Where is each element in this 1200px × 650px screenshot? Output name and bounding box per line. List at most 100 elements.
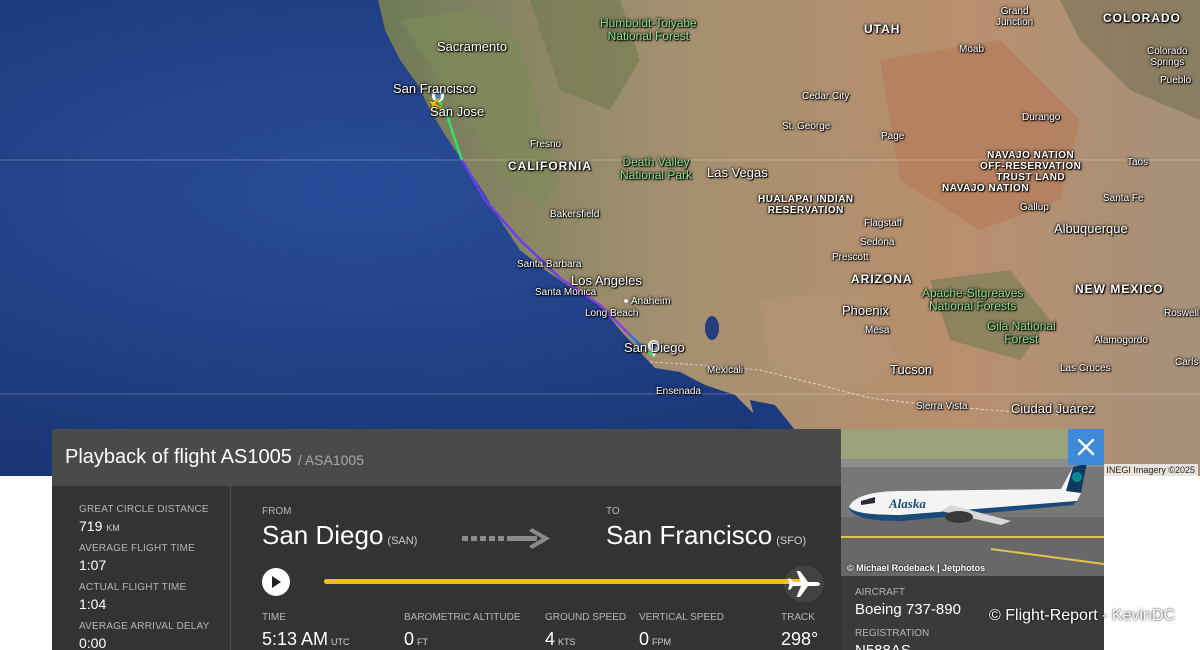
map-label-new-mexico: NEW MEXICO bbox=[1075, 282, 1164, 296]
vertical-speed-value: 0 bbox=[639, 629, 650, 649]
playback-scrubber[interactable] bbox=[784, 566, 824, 602]
aircraft-photo[interactable]: Alaska © Michael Rodeback | Jetphotos bbox=[841, 429, 1104, 576]
ground-speed-value: 4 bbox=[545, 629, 556, 649]
stat-label: ACTUAL FLIGHT TIME bbox=[79, 582, 187, 593]
map-label-santa-monica: Santa Monica bbox=[535, 287, 597, 298]
map-label-anaheim: Anaheim bbox=[624, 297, 670, 307]
to-label: TO bbox=[606, 506, 620, 517]
map-label-flagstaff: Flagstaff bbox=[864, 218, 903, 229]
map-label-navajo-otr: NAVAJO NATION OFF-RESERVATION TRUST LAND bbox=[980, 150, 1082, 183]
destination-city: San Francisco bbox=[606, 520, 773, 550]
watermark: © Flight-Report - KevinDC bbox=[989, 607, 1176, 624]
live-altitude: BAROMETRIC ALTITUDE 0 FT bbox=[404, 612, 521, 650]
close-button[interactable] bbox=[1068, 429, 1104, 465]
map-label-death-valley: Death Valley National Park bbox=[620, 155, 693, 182]
altitude-value: 0 bbox=[404, 629, 415, 649]
map-label-california: CALIFORNIA bbox=[508, 159, 592, 173]
live-track: TRACK 298° bbox=[781, 612, 818, 650]
stat-great-circle-distance: GREAT CIRCLE DISTANCE 719 KM bbox=[79, 504, 230, 534]
map-label-page: Page bbox=[881, 131, 905, 142]
map-label-los-angeles: Los Angeles bbox=[571, 273, 642, 288]
map-label-ciudad-juarez: Ciudad Juárez bbox=[1011, 401, 1095, 416]
map-label-sierra-vista: Sierra Vista bbox=[916, 401, 968, 412]
map-label-san-diego: San Diego bbox=[624, 340, 685, 355]
map-label-taos: Taos bbox=[1127, 157, 1149, 168]
flight-callsign: / ASA1005 bbox=[297, 451, 364, 468]
altitude-unit: FT bbox=[417, 637, 429, 647]
map-label-fresno: Fresno bbox=[530, 139, 562, 150]
map-label-durango: Durango bbox=[1022, 112, 1061, 123]
plane-icon bbox=[788, 571, 820, 597]
flight-title: Playback of flight AS1005 bbox=[65, 446, 292, 468]
map-label-apache: Apache-Sitgreaves National Forests bbox=[922, 286, 1024, 313]
map-label-las-cruces: Las Cruces bbox=[1060, 363, 1111, 374]
map-label-hualapai: HUALAPAI INDIAN RESERVATION bbox=[758, 194, 854, 216]
map-label-navajo: NAVAJO NATION bbox=[942, 183, 1030, 194]
map-label-prescott: Prescott bbox=[832, 252, 869, 263]
live-ground-speed: GROUND SPEED 4 KTS bbox=[545, 612, 626, 650]
map-view[interactable]: Grand Junction COLORADO Colorado Springs… bbox=[0, 0, 1200, 476]
play-button[interactable] bbox=[262, 568, 290, 596]
stat-average-flight-time: AVERAGE FLIGHT TIME 1:07 bbox=[79, 543, 230, 573]
map-label-gallup: Gallup bbox=[1020, 202, 1049, 213]
destination-code: (SFO) bbox=[776, 535, 807, 547]
route-arrow-icon bbox=[462, 528, 550, 549]
panel-header: Playback of flight AS1005 / ASA1005 bbox=[52, 429, 841, 486]
map-label-colorado: COLORADO bbox=[1103, 11, 1181, 25]
stat-value: 719 bbox=[79, 518, 103, 534]
ground-speed-unit: KTS bbox=[558, 637, 576, 647]
close-icon bbox=[1077, 438, 1095, 456]
map-label-st-george: St. George bbox=[782, 121, 831, 132]
stat-unit: KM bbox=[106, 523, 120, 533]
destination-airport[interactable]: San Francisco (SFO) bbox=[606, 520, 806, 551]
live-time: TIME 5:13 AM UTC bbox=[262, 612, 350, 650]
time-unit: UTC bbox=[331, 637, 350, 647]
map-label-long-beach: Long Beach bbox=[585, 308, 639, 319]
ground-speed-label: GROUND SPEED bbox=[545, 612, 627, 623]
map-label-sacramento: Sacramento bbox=[437, 39, 508, 54]
map-label-albuquerque: Albuquerque bbox=[1054, 221, 1128, 236]
map-label-cedar-city: Cedar City bbox=[802, 91, 850, 102]
map-label-roswell: Roswell bbox=[1164, 308, 1200, 319]
aircraft-info: AIRCRAFT Boeing 737-890 REGISTRATION N58… bbox=[855, 587, 961, 650]
route-section: FROM San Diego (SAN) TO San Francisco (SFO… bbox=[262, 486, 837, 650]
photo-credit: © Michael Rodeback | Jetphotos bbox=[847, 563, 986, 573]
map-label-mesa: Mesa bbox=[865, 325, 890, 336]
aircraft-livery-text: Alaska bbox=[888, 496, 926, 511]
live-vertical-speed: VERTICAL SPEED 0 FPM bbox=[639, 612, 724, 650]
origin-city: San Diego bbox=[262, 520, 384, 550]
map-label-pueblo: Pueblo bbox=[1160, 75, 1192, 86]
map-label-san-jose: San Jose bbox=[430, 104, 485, 119]
flight-stats: GREAT CIRCLE DISTANCE 719 KM AVERAGE FLI… bbox=[52, 486, 231, 650]
aircraft-label: AIRCRAFT bbox=[855, 587, 905, 598]
map-label-humboldt: Humboldt-Toiyabe National Forest bbox=[600, 16, 697, 43]
map-label-arizona: ARIZONA bbox=[851, 272, 913, 286]
origin-code: (SAN) bbox=[387, 535, 418, 547]
track-label: TRACK bbox=[781, 612, 815, 623]
play-icon bbox=[272, 576, 281, 588]
time-value: 5:13 AM bbox=[262, 629, 329, 649]
map-label-santa-barbara: Santa Barbara bbox=[517, 259, 582, 270]
playback-progress-bar[interactable] bbox=[324, 579, 804, 584]
flight-playback-screen: Grand Junction COLORADO Colorado Springs… bbox=[0, 0, 1200, 650]
vertical-speed-label: VERTICAL SPEED bbox=[639, 612, 725, 623]
time-label: TIME bbox=[262, 612, 286, 623]
stat-average-arrival-delay: AVERAGE ARRIVAL DELAY 0:00 bbox=[79, 621, 230, 650]
map-label-moab: Moab bbox=[959, 44, 985, 55]
map-label-carlsbad: Carls bbox=[1175, 357, 1199, 368]
stat-actual-flight-time: ACTUAL FLIGHT TIME 1:04 bbox=[79, 582, 230, 612]
map-label-mexicali: Mexicali bbox=[707, 365, 744, 376]
map-label-santa-fe: Santa Fe bbox=[1103, 193, 1144, 204]
origin-airport[interactable]: San Diego (SAN) bbox=[262, 520, 417, 551]
stat-value: 1:07 bbox=[79, 557, 107, 573]
map-label-las-vegas: Las Vegas bbox=[707, 165, 768, 180]
stat-value: 0:00 bbox=[79, 635, 107, 650]
playback-panel: Playback of flight AS1005 / ASA1005 GREA… bbox=[52, 429, 841, 650]
aircraft-type: Boeing 737-890 bbox=[855, 601, 961, 618]
altitude-label: BAROMETRIC ALTITUDE bbox=[404, 612, 521, 623]
aircraft-photo-image: Alaska bbox=[841, 429, 1104, 576]
imagery-credit: INEGI Imagery ©2025 bbox=[1103, 464, 1198, 476]
map-label-utah: UTAH bbox=[864, 22, 901, 36]
stat-label: AVERAGE ARRIVAL DELAY bbox=[79, 621, 210, 632]
map-label-ensenada: Ensenada bbox=[656, 386, 702, 397]
